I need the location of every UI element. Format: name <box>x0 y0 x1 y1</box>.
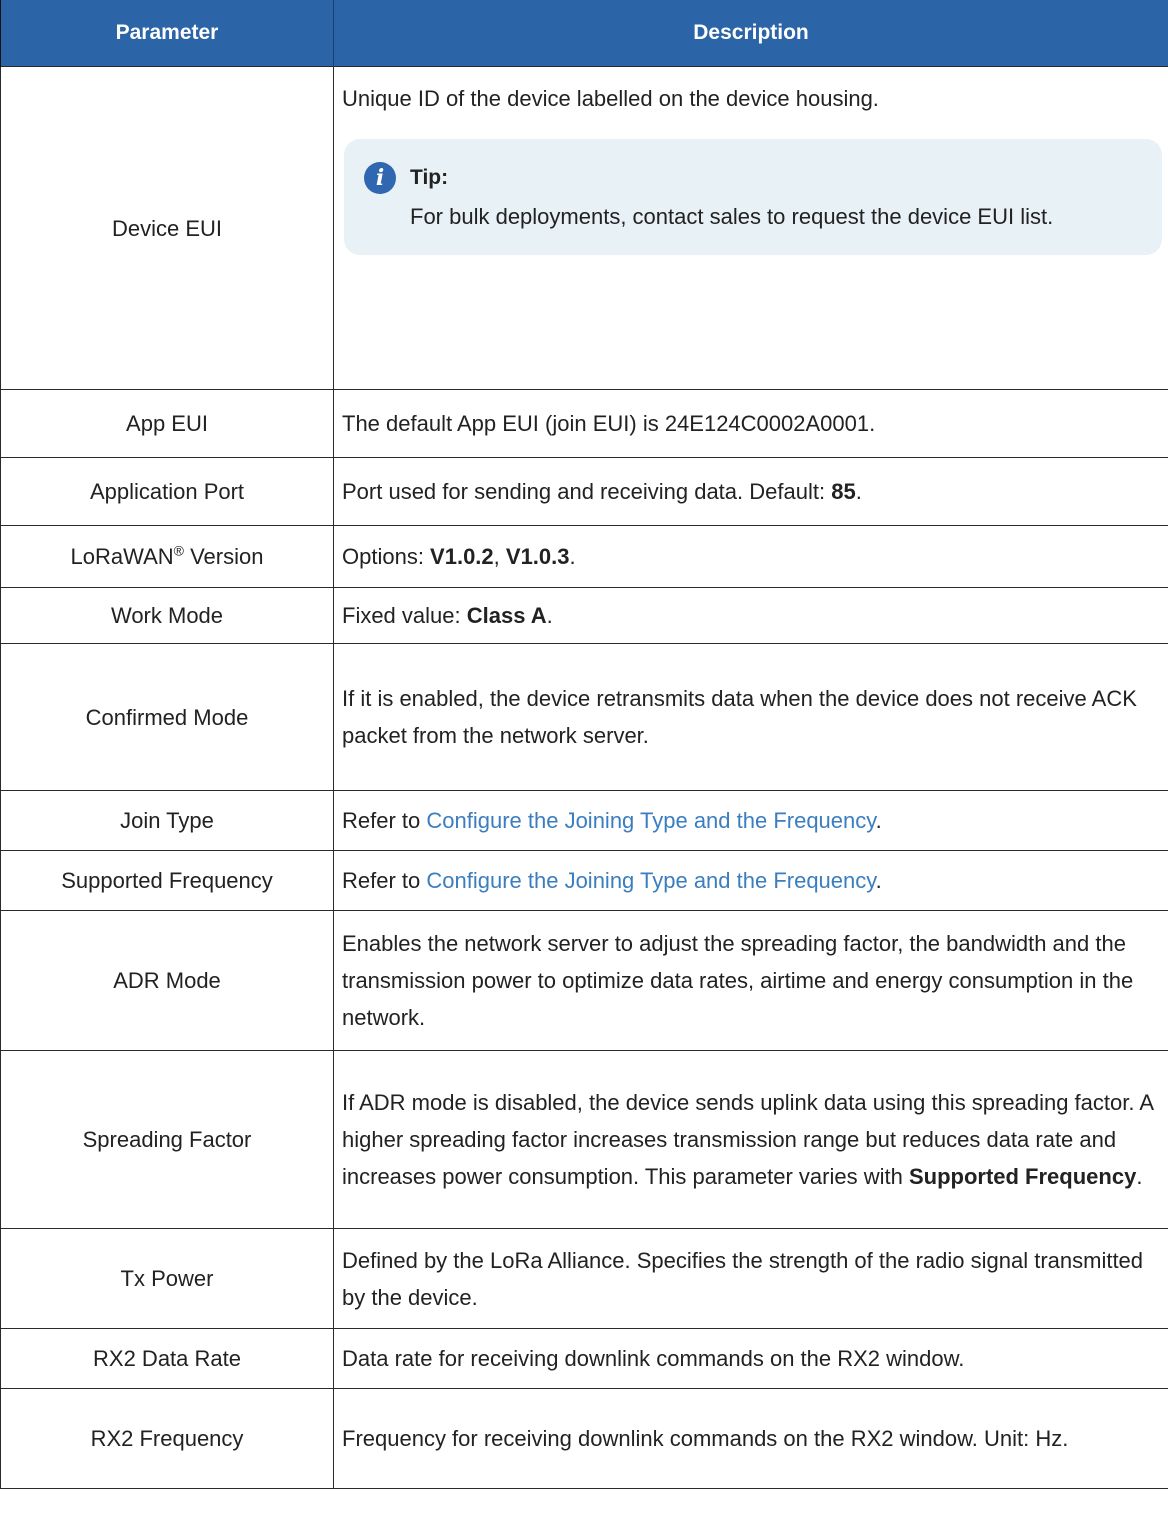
desc-cell: Unique ID of the device labelled on the … <box>333 66 1168 390</box>
tip-box: i Tip: For bulk deployments, contact sal… <box>344 139 1162 255</box>
desc-cell: If it is enabled, the device retransmits… <box>333 643 1168 791</box>
desc-text: Refer to <box>342 868 427 893</box>
table-row: LoRaWAN® Version Options: V1.0.2, V1.0.3… <box>0 525 1168 588</box>
param-cell: RX2 Frequency <box>0 1388 334 1489</box>
param-cell: LoRaWAN® Version <box>0 525 334 588</box>
param-cell: App EUI <box>0 389 334 458</box>
param-text: LoRaWAN <box>70 544 174 569</box>
desc-suffix: . <box>855 479 862 504</box>
param-cell: Device EUI <box>0 66 334 390</box>
desc-bold: 85 <box>831 479 856 504</box>
desc-cell: Refer to Configure the Joining Type and … <box>333 790 1168 851</box>
param-cell: Spreading Factor <box>0 1050 334 1229</box>
param-suffix: Version <box>183 544 264 569</box>
desc-cell: Enables the network server to adjust the… <box>333 910 1168 1051</box>
desc-bold: V1.0.2 <box>430 544 494 569</box>
desc-bold: Supported Frequency <box>908 1164 1137 1189</box>
registered-mark: ® <box>173 542 184 559</box>
desc-cell: Options: V1.0.2, V1.0.3. <box>333 525 1168 588</box>
table-row: Application Port Port used for sending a… <box>0 457 1168 526</box>
table-row: App EUI The default App EUI (join EUI) i… <box>0 389 1168 458</box>
table-row: RX2 Frequency Frequency for receiving do… <box>0 1388 1168 1489</box>
header-description: Description <box>333 0 1168 67</box>
desc-text: Unique ID of the device labelled on the … <box>342 86 879 111</box>
desc-cell: The default App EUI (join EUI) is 24E124… <box>333 389 1168 458</box>
desc-bold: Class A <box>466 603 547 628</box>
table-row: Spreading Factor If ADR mode is disabled… <box>0 1050 1168 1229</box>
table-row: RX2 Data Rate Data rate for receiving do… <box>0 1328 1168 1389</box>
info-icon: i <box>364 161 396 194</box>
table-row: Tx Power Defined by the LoRa Alliance. S… <box>0 1228 1168 1329</box>
header-parameter: Parameter <box>0 0 334 67</box>
desc-cell: Frequency for receiving downlink command… <box>333 1388 1168 1489</box>
parameter-table: Parameter Description Device EUI Unique … <box>0 0 1168 1489</box>
desc-text: Refer to <box>342 808 427 833</box>
tip-body: For bulk deployments, contact sales to r… <box>410 204 1054 229</box>
table-row: Confirmed Mode If it is enabled, the dev… <box>0 643 1168 791</box>
desc-text: Port used for sending and receiving data… <box>342 479 832 504</box>
param-cell: Confirmed Mode <box>0 643 334 791</box>
table-row: Supported Frequency Refer to Configure t… <box>0 850 1168 911</box>
joining-type-link[interactable]: Configure the Joining Type and the Frequ… <box>426 808 875 833</box>
param-cell: Work Mode <box>0 587 334 644</box>
desc-suffix: . <box>546 603 553 628</box>
desc-cell: Port used for sending and receiving data… <box>333 457 1168 526</box>
param-cell: Tx Power <box>0 1228 334 1329</box>
desc-suffix: . <box>569 544 576 569</box>
param-cell: ADR Mode <box>0 910 334 1051</box>
desc-suffix: . <box>1136 1164 1143 1189</box>
param-cell: Application Port <box>0 457 334 526</box>
desc-text: Fixed value: <box>342 603 467 628</box>
desc-cell: Fixed value: Class A. <box>333 587 1168 644</box>
desc-suffix: . <box>875 868 882 893</box>
joining-type-link[interactable]: Configure the Joining Type and the Frequ… <box>426 868 875 893</box>
desc-sep: , <box>493 544 506 569</box>
desc-cell: Defined by the LoRa Alliance. Specifies … <box>333 1228 1168 1329</box>
desc-cell: Data rate for receiving downlink command… <box>333 1328 1168 1389</box>
param-cell: RX2 Data Rate <box>0 1328 334 1389</box>
desc-suffix: . <box>875 808 882 833</box>
desc-cell: Refer to Configure the Joining Type and … <box>333 850 1168 911</box>
desc-bold: V1.0.3 <box>505 544 570 569</box>
table-header-row: Parameter Description <box>0 0 1168 67</box>
desc-cell: If ADR mode is disabled, the device send… <box>333 1050 1168 1229</box>
param-cell: Supported Frequency <box>0 850 334 911</box>
param-cell: Join Type <box>0 790 334 851</box>
table-row: ADR Mode Enables the network server to a… <box>0 910 1168 1051</box>
desc-text: Options: <box>342 544 431 569</box>
table-row: Device EUI Unique ID of the device label… <box>0 66 1168 390</box>
table-row: Work Mode Fixed value: Class A. <box>0 587 1168 644</box>
table-row: Join Type Refer to Configure the Joining… <box>0 790 1168 851</box>
tip-title: Tip: <box>410 166 449 189</box>
